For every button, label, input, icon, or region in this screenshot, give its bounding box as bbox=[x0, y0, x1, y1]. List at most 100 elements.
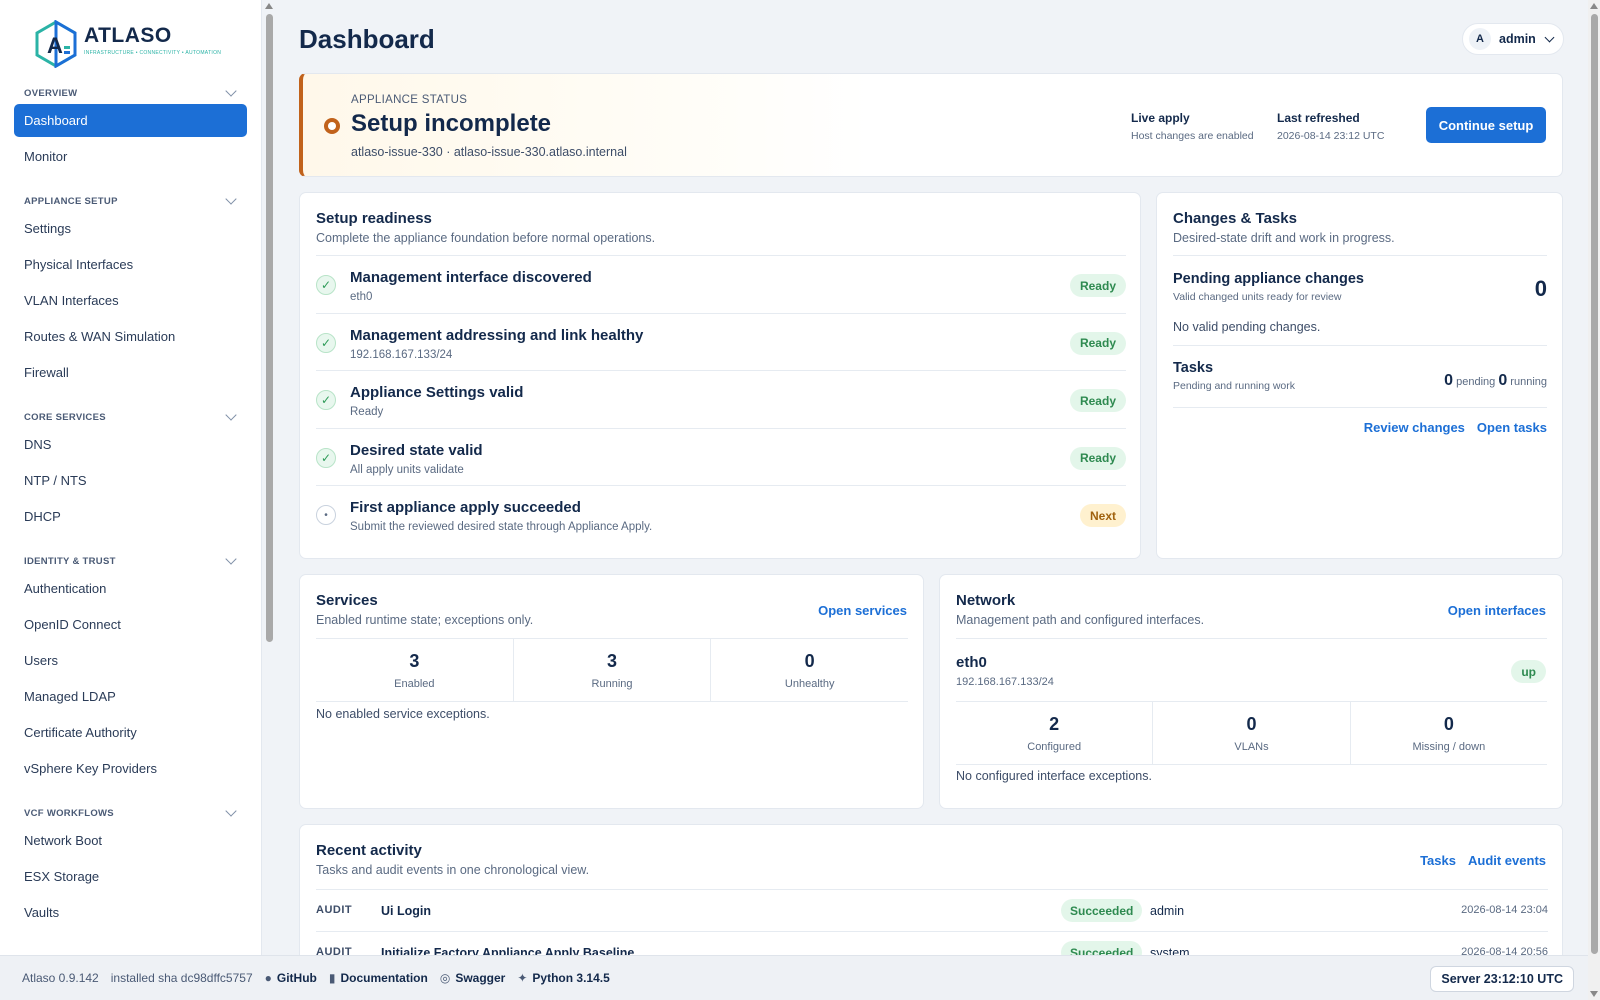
pending-changes-note: No valid pending changes. bbox=[1173, 320, 1321, 334]
sidebar-item-authentication[interactable]: Authentication bbox=[14, 572, 247, 605]
nav-section-core-services[interactable]: CORE SERVICES bbox=[14, 406, 247, 428]
status-badge: Ready bbox=[1069, 389, 1126, 412]
open-tasks-link[interactable]: Open tasks bbox=[1477, 420, 1547, 435]
changes-links: Review changes Open tasks bbox=[1173, 407, 1547, 447]
network-card: Network Management path and configured i… bbox=[939, 574, 1563, 809]
sidebar-scrollbar[interactable] bbox=[264, 0, 274, 955]
scroll-down-icon[interactable] bbox=[1590, 991, 1598, 997]
last-refreshed-label: Last refreshed bbox=[1277, 111, 1360, 125]
readiness-label: Management addressing and link healthy bbox=[350, 326, 644, 344]
avatar: A bbox=[1469, 28, 1491, 50]
status-eyebrow: APPLIANCE STATUS bbox=[351, 94, 468, 106]
card-subtitle: Tasks and audit events in one chronologi… bbox=[316, 863, 590, 877]
footer-sha: installed sha dc98dffc5757 bbox=[110, 971, 253, 985]
swagger-label: Swagger bbox=[455, 971, 506, 985]
github-link[interactable]: ● GitHub bbox=[265, 971, 317, 985]
scroll-up-icon[interactable] bbox=[1590, 3, 1598, 9]
nav-section-label: IDENTITY & TRUST bbox=[24, 555, 116, 567]
tasks-link[interactable]: Tasks bbox=[1420, 853, 1456, 868]
page-title: Dashboard bbox=[299, 24, 435, 54]
activity-time: 2026-08-14 23:04 bbox=[1461, 904, 1548, 916]
pending-changes-subtitle: Valid changed units ready for review bbox=[1173, 291, 1342, 303]
review-changes-link[interactable]: Review changes bbox=[1364, 420, 1465, 435]
sidebar-item-openid-connect[interactable]: OpenID Connect bbox=[14, 608, 247, 641]
open-interfaces-link[interactable]: Open interfaces bbox=[1448, 603, 1546, 618]
status-badge: up bbox=[1511, 660, 1546, 683]
nav-section-appliance-setup[interactable]: APPLIANCE SETUP bbox=[14, 190, 247, 212]
github-icon: ● bbox=[264, 971, 272, 985]
sidebar-scroll-thumb[interactable] bbox=[266, 14, 273, 642]
sidebar-item-certificate-authority[interactable]: Certificate Authority bbox=[14, 716, 247, 749]
pending-changes-section: Pending appliance changes Valid changed … bbox=[1173, 255, 1547, 345]
audit-events-link[interactable]: Audit events bbox=[1468, 853, 1546, 868]
stat-value: 0 bbox=[1246, 714, 1257, 734]
card-subtitle: Desired-state drift and work in progress… bbox=[1173, 231, 1395, 245]
page-scrollbar[interactable] bbox=[1588, 0, 1600, 1000]
readiness-detail: Submit the reviewed desired state throug… bbox=[350, 521, 653, 533]
continue-setup-button[interactable]: Continue setup bbox=[1426, 107, 1546, 143]
nav-section-overview[interactable]: OVERVIEW bbox=[14, 82, 247, 104]
sidebar-item-dns[interactable]: DNS bbox=[14, 428, 247, 461]
stat-missing: 0 Missing / down bbox=[1349, 702, 1547, 764]
sidebar-item-esx-storage[interactable]: ESX Storage bbox=[14, 860, 247, 893]
nav-section-label: OVERVIEW bbox=[24, 87, 78, 99]
network-stats: 2 Configured 0 VLANs 0 Missing / down bbox=[956, 701, 1547, 765]
sidebar-item-monitor[interactable]: Monitor bbox=[14, 140, 247, 173]
readiness-list: ✓ Management interface discovered eth0 R… bbox=[316, 255, 1126, 543]
sidebar-item-routes[interactable]: Routes & WAN Simulation bbox=[14, 320, 247, 353]
sidebar-item-dhcp[interactable]: DHCP bbox=[14, 500, 247, 533]
sidebar-nav: OVERVIEW Dashboard Monitor APPLIANCE SET… bbox=[14, 82, 247, 932]
status-badge: Ready bbox=[1069, 446, 1126, 470]
table-row[interactable]: AUDIT Ui Login Succeeded admin 2026-08-1… bbox=[316, 889, 1548, 931]
sidebar-item-firewall[interactable]: Firewall bbox=[14, 356, 247, 389]
sidebar-item-vsphere-key-providers[interactable]: vSphere Key Providers bbox=[14, 752, 247, 785]
sidebar-item-settings[interactable]: Settings bbox=[14, 212, 247, 245]
scroll-up-icon[interactable] bbox=[265, 3, 273, 9]
page-scroll-thumb[interactable] bbox=[1591, 14, 1598, 954]
list-item: ✓ Management addressing and link healthy… bbox=[316, 312, 1126, 371]
brand-logo[interactable]: A ATLASO INFRASTRUCTURE • CONNECTIVITY •… bbox=[34, 20, 221, 68]
readiness-detail: Ready bbox=[350, 406, 384, 418]
check-icon: ✓ bbox=[316, 275, 336, 295]
stat-label: Running bbox=[591, 678, 633, 690]
stat-value: 0 bbox=[804, 651, 815, 671]
document-icon: ▮ bbox=[328, 971, 336, 985]
chevron-down-icon bbox=[225, 193, 237, 205]
sidebar-item-physical-interfaces[interactable]: Physical Interfaces bbox=[14, 248, 247, 281]
changes-tasks-card: Changes & Tasks Desired-state drift and … bbox=[1156, 192, 1563, 559]
sidebar-item-vlan-interfaces[interactable]: VLAN Interfaces bbox=[14, 284, 247, 317]
status-badge: Ready bbox=[1069, 331, 1126, 355]
brand-tagline: INFRASTRUCTURE • CONNECTIVITY • AUTOMATI… bbox=[84, 50, 222, 56]
nav-section-label: VCF WORKFLOWS bbox=[24, 807, 114, 819]
stat-label: Enabled bbox=[394, 678, 435, 690]
sidebar-item-vaults[interactable]: Vaults bbox=[14, 896, 247, 929]
sidebar-item-ntp[interactable]: NTP / NTS bbox=[14, 464, 247, 497]
server-time: Server 23:12:10 UTC bbox=[1430, 966, 1574, 992]
list-item: ✓ Appliance Settings valid Ready Ready bbox=[316, 370, 1126, 428]
status-badge: Ready bbox=[1069, 274, 1126, 297]
user-menu[interactable]: A admin bbox=[1462, 23, 1564, 55]
chevron-down-icon bbox=[225, 409, 237, 421]
nav-section-identity[interactable]: IDENTITY & TRUST bbox=[14, 550, 247, 572]
tasks-running-label: running bbox=[1510, 376, 1547, 388]
sidebar-item-users[interactable]: Users bbox=[14, 644, 247, 677]
pending-changes-count: 0 bbox=[1534, 276, 1547, 301]
chevron-down-icon bbox=[225, 85, 237, 97]
nav-section-vcf-workflows[interactable]: VCF WORKFLOWS bbox=[14, 802, 247, 824]
card-title: Changes & Tasks bbox=[1173, 210, 1297, 227]
open-services-link[interactable]: Open services bbox=[818, 603, 907, 618]
nav-section-label: APPLIANCE SETUP bbox=[24, 195, 118, 207]
sidebar-item-dashboard[interactable]: Dashboard bbox=[14, 104, 247, 137]
swagger-link[interactable]: ◎ Swagger bbox=[440, 971, 506, 985]
sidebar-item-network-boot[interactable]: Network Boot bbox=[14, 824, 247, 857]
documentation-link[interactable]: ▮ Documentation bbox=[329, 971, 428, 985]
pending-changes-title: Pending appliance changes bbox=[1173, 271, 1364, 287]
stat-configured: 2 Configured bbox=[956, 702, 1152, 764]
tasks-subtitle: Pending and running work bbox=[1173, 380, 1296, 392]
sidebar-item-managed-ldap[interactable]: Managed LDAP bbox=[14, 680, 247, 713]
live-apply-meta: Live apply Host changes are enabled bbox=[1131, 111, 1254, 142]
readiness-label: Appliance Settings valid bbox=[350, 384, 524, 401]
tasks-title: Tasks bbox=[1173, 360, 1214, 376]
status-indicator-icon bbox=[324, 118, 340, 134]
atlaso-logo-icon: A bbox=[35, 20, 77, 68]
